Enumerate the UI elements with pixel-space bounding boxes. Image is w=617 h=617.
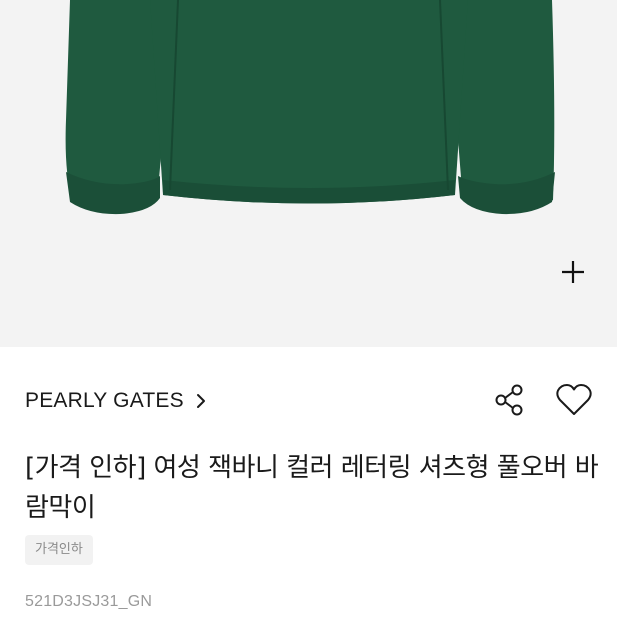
zoom-button[interactable] xyxy=(558,257,588,287)
brand-name: PEARLY GATES xyxy=(25,389,184,412)
share-button[interactable] xyxy=(492,382,528,418)
heart-icon xyxy=(556,384,592,415)
jacket-image xyxy=(65,0,555,215)
product-title: [가격 인하] 여성 잭바니 컬러 레터링 셔츠형 풀오버 바람막이 xyxy=(25,453,599,523)
brand-link[interactable]: PEARLY GATES xyxy=(25,384,206,418)
product-code: 521D3JSJ31_GN xyxy=(25,593,153,610)
like-button[interactable] xyxy=(554,381,594,419)
share-icon xyxy=(495,384,523,416)
chevron-right-icon xyxy=(196,393,206,409)
price-cut-badge: 가격인하 xyxy=(25,535,93,565)
product-image[interactable] xyxy=(0,0,617,347)
plus-icon xyxy=(562,261,584,283)
